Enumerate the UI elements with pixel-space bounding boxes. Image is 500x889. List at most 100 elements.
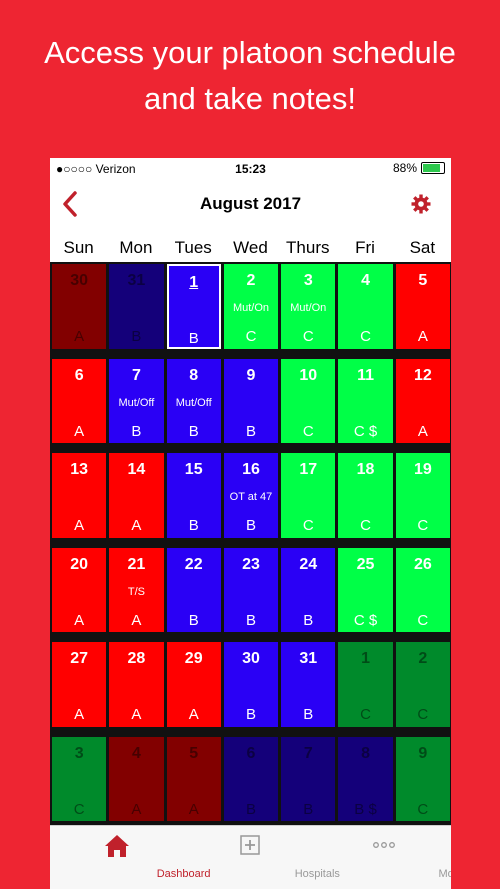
- platoon-label: B: [245, 800, 256, 818]
- platoon-label: A: [131, 517, 142, 534]
- calendar-day-cell[interactable]: 7B: [281, 736, 336, 821]
- platoon-label: C $: [353, 422, 378, 440]
- calendar-day-cell[interactable]: 4A: [109, 736, 164, 821]
- day-number: 26: [413, 555, 432, 573]
- calendar-day-cell[interactable]: 8 Mut/Off B: [166, 358, 221, 443]
- calendar-day-cell[interactable]: 11 C $: [338, 358, 393, 443]
- tab-hospitals[interactable]: Hospitals: [184, 826, 340, 889]
- day-note: T/S: [127, 585, 145, 598]
- more-dots-icon: [373, 842, 396, 848]
- platoon-label: B: [303, 800, 314, 818]
- platoon-label: B: [303, 611, 314, 629]
- month-title: August 2017: [199, 194, 302, 213]
- platoon-label: C: [417, 517, 429, 534]
- calendar-day-cell[interactable]: 2 Mut/On C: [223, 264, 279, 349]
- day-number: 11: [357, 366, 375, 384]
- day-number: 3: [74, 744, 84, 762]
- day-number: 13: [70, 461, 89, 478]
- day-number: 7: [131, 366, 141, 384]
- platoon-label: A: [131, 800, 142, 818]
- calendar-day-cell[interactable]: 9B: [223, 358, 279, 443]
- day-number: 4: [131, 744, 141, 762]
- gear-icon[interactable]: [411, 194, 431, 214]
- platoon-label: A: [74, 517, 85, 534]
- platoon-label: B: [188, 611, 199, 629]
- tab-more[interactable]: More: [317, 826, 451, 889]
- day-number: 30: [70, 272, 89, 289]
- calendar-day-cell[interactable]: 13 A: [52, 453, 107, 538]
- calendar-day-cell[interactable]: 19 C: [395, 453, 450, 538]
- platoon-label: A: [74, 611, 85, 629]
- calendar-day-cell[interactable]: 16 OT at 47 B: [223, 453, 279, 538]
- platoon-label: A: [188, 706, 199, 723]
- platoon-label: C $: [353, 611, 378, 629]
- platoon-label: C: [360, 706, 371, 723]
- platoon-label: A: [131, 611, 142, 629]
- day-number: 25: [356, 555, 375, 573]
- calendar-day-cell[interactable]: 24 B: [281, 547, 336, 632]
- calendar-day-cell[interactable]: 7 Mut/Off B: [109, 358, 164, 443]
- day-number: 10: [299, 366, 318, 384]
- calendar-day-cell[interactable]: 6B: [223, 736, 279, 821]
- calendar-day-cell[interactable]: 23 B: [223, 547, 279, 632]
- calendar-day-cell[interactable]: 29 A: [166, 642, 221, 727]
- platoon-label: B: [245, 517, 256, 534]
- calendar-day-cell[interactable]: 20 A: [52, 547, 107, 632]
- calendar-day-cell[interactable]: 22 B: [166, 547, 221, 632]
- calendar-day-cell[interactable]: 6A: [52, 358, 107, 443]
- day-number: 18: [356, 461, 375, 478]
- calendar-day-cell[interactable]: 31 B: [109, 264, 164, 349]
- platoon-label: B: [245, 422, 256, 440]
- day-number: 16: [242, 461, 260, 478]
- calendar-day-cell[interactable]: 30 A: [52, 264, 107, 349]
- day-number: 2: [418, 650, 428, 667]
- calendar-day-cell[interactable]: 15 B: [166, 453, 221, 538]
- calendar-day-cell[interactable]: 27 A: [52, 642, 107, 727]
- calendar-day-cell[interactable]: 30 B: [223, 642, 279, 727]
- calendar-day-cell[interactable]: 14 A: [109, 453, 164, 538]
- weekday-label: Mon: [119, 238, 153, 257]
- calendar-day-cell[interactable]: 3 Mut/On C: [281, 264, 336, 349]
- weekday-header: Sun Mon Tues Wed Thurs Fri Sat: [50, 234, 451, 262]
- day-number: 5: [189, 744, 199, 762]
- day-note: Mut/On: [232, 302, 270, 314]
- day-number: 19: [413, 461, 432, 478]
- tab-dashboard[interactable]: Dashboard: [50, 826, 211, 889]
- calendar-day-cell[interactable]: 21 T/S A: [109, 547, 164, 632]
- day-number: 7: [303, 744, 313, 762]
- platoon-label: B: [131, 328, 142, 345]
- day-number: 31: [299, 650, 318, 667]
- nav-bar: August 2017: [50, 180, 451, 230]
- calendar-day-cell[interactable]: 1C: [338, 642, 393, 727]
- status-time: 15:23: [235, 162, 266, 176]
- calendar-day-cell[interactable]: 8 B $: [338, 736, 393, 821]
- calendar-day-cell[interactable]: 17 C: [281, 453, 336, 538]
- calendar-day-cell[interactable]: 3C: [52, 736, 107, 821]
- calendar-day-cell[interactable]: 28 A: [109, 642, 164, 727]
- day-number: 21: [127, 555, 146, 573]
- platoon-label: B: [131, 422, 142, 440]
- calendar-day-cell[interactable]: 10 C: [281, 358, 336, 443]
- platoon-label: C: [417, 611, 429, 629]
- day-number: 9: [418, 744, 428, 762]
- status-right: 88%: [393, 161, 445, 175]
- platoon-label: C: [360, 517, 371, 534]
- calendar-day-cell[interactable]: 1B: [166, 264, 221, 349]
- calendar-day-cell[interactable]: 9C: [395, 736, 450, 821]
- calendar-day-cell[interactable]: 31 B: [281, 642, 336, 727]
- day-note: OT at 47: [229, 491, 273, 503]
- day-number: 31: [127, 272, 146, 289]
- calendar-day-cell[interactable]: 5A: [395, 264, 450, 349]
- day-number: 14: [127, 461, 146, 478]
- platoon-label: B: [245, 706, 256, 723]
- calendar-day-cell[interactable]: 2C: [395, 642, 450, 727]
- day-number: 29: [184, 650, 203, 667]
- calendar-day-cell[interactable]: 18 C: [338, 453, 393, 538]
- day-number: 15: [184, 461, 203, 478]
- day-note: Mut/On: [290, 302, 327, 314]
- calendar-day-cell[interactable]: 25 C $: [338, 547, 393, 632]
- calendar-day-cell[interactable]: 4C: [338, 264, 393, 349]
- calendar-day-cell[interactable]: 26 C: [395, 547, 450, 632]
- calendar-day-cell[interactable]: 5A: [166, 736, 221, 821]
- calendar-day-cell[interactable]: 12 A: [395, 358, 450, 443]
